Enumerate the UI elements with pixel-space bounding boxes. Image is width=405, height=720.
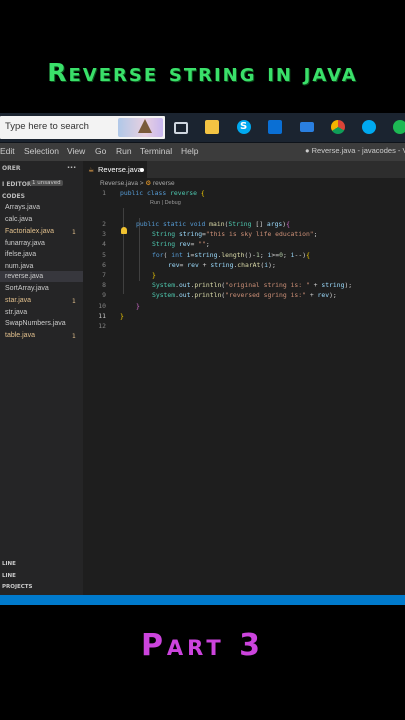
code-line: rev= rev + string.charAt(i); bbox=[168, 261, 276, 269]
file-item-selected[interactable]: reverse.java bbox=[5, 273, 43, 280]
code-line: public class reverse { bbox=[120, 189, 205, 197]
taskbar-search-box[interactable]: Type here to search bbox=[0, 116, 165, 139]
search-highlight-image bbox=[118, 118, 163, 137]
explorer-more-icon[interactable]: ··· bbox=[67, 163, 76, 172]
menu-edit[interactable]: Edit bbox=[0, 146, 15, 156]
outline-section[interactable]: LINE bbox=[2, 561, 16, 567]
menu-terminal[interactable]: Terminal bbox=[140, 146, 172, 156]
status-bar bbox=[0, 595, 405, 605]
breadcrumb-separator: > bbox=[139, 180, 144, 187]
unsaved-badge: 1 unsaved bbox=[30, 180, 63, 186]
line-number: 12 bbox=[98, 322, 106, 330]
file-item[interactable]: num.java bbox=[5, 263, 33, 270]
problem-count: 1 bbox=[72, 298, 76, 305]
bottom-title: Part 3 bbox=[140, 628, 265, 663]
class-symbol-icon: ⚙ bbox=[145, 180, 152, 187]
line-number: 9 bbox=[102, 291, 106, 299]
windows-taskbar: Type here to search S bbox=[0, 113, 405, 143]
menu-selection[interactable]: Selection bbox=[24, 146, 59, 156]
explorer-label: ORER bbox=[2, 165, 21, 172]
unsaved-dot-icon[interactable] bbox=[140, 168, 144, 172]
top-title: Reverse string in java bbox=[47, 58, 358, 87]
menu-run[interactable]: Run bbox=[116, 146, 132, 156]
code-line: public static void main(String [] args){ bbox=[136, 220, 290, 228]
projects-section[interactable]: PROJECTS bbox=[2, 584, 33, 590]
code-line: } bbox=[120, 312, 124, 320]
line-number: 3 bbox=[102, 230, 106, 238]
line-number: 11 bbox=[98, 312, 106, 320]
line-number: 6 bbox=[102, 261, 106, 269]
java-file-icon: ☕ bbox=[88, 166, 95, 174]
breadcrumb[interactable]: Reverse.java > ⚙ reverse bbox=[100, 179, 175, 187]
file-item[interactable]: star.java bbox=[5, 297, 31, 304]
file-item[interactable]: table.java bbox=[5, 332, 35, 339]
store-icon[interactable] bbox=[268, 120, 282, 134]
file-item[interactable]: funarray.java bbox=[5, 240, 45, 247]
line-number: 8 bbox=[102, 281, 106, 289]
file-explorer-icon[interactable] bbox=[205, 120, 219, 134]
skype-letter: S bbox=[240, 121, 248, 132]
explorer-sidebar: ORER ··· I EDITORS 1 unsaved CODES Array… bbox=[0, 161, 83, 595]
code-line: } bbox=[152, 271, 156, 279]
code-line: } bbox=[136, 302, 140, 310]
menu-help[interactable]: Help bbox=[181, 146, 198, 156]
breadcrumb-file[interactable]: Reverse.java bbox=[100, 180, 138, 187]
file-item[interactable]: SwapNumbers.java bbox=[5, 320, 66, 327]
code-line: System.out.println("reversed sgring is:"… bbox=[152, 291, 337, 299]
indent-guide bbox=[123, 208, 124, 294]
run-debug-codelens[interactable]: Run | Debug bbox=[150, 200, 181, 206]
mail-icon[interactable] bbox=[300, 122, 314, 132]
skype-2-icon[interactable] bbox=[362, 120, 376, 134]
window-title: ● Reverse.java - javacodes - V bbox=[305, 146, 405, 155]
line-number: 4 bbox=[102, 240, 106, 248]
line-number: 5 bbox=[102, 251, 106, 259]
timeline-section[interactable]: LINE bbox=[2, 573, 16, 579]
problem-count: 1 bbox=[72, 229, 76, 236]
menu-go[interactable]: Go bbox=[95, 146, 106, 156]
search-placeholder: Type here to search bbox=[5, 121, 89, 132]
line-number: 7 bbox=[102, 271, 106, 279]
line-number: 1 bbox=[102, 189, 106, 197]
code-line: System.out.println("original string is: … bbox=[152, 281, 353, 289]
menu-view[interactable]: View bbox=[67, 146, 85, 156]
folder-label[interactable]: CODES bbox=[2, 193, 25, 200]
lightbulb-icon[interactable] bbox=[121, 227, 127, 234]
breadcrumb-class[interactable]: reverse bbox=[153, 180, 175, 187]
file-item[interactable]: str.java bbox=[5, 309, 27, 316]
code-line: String rev= ""; bbox=[152, 240, 210, 248]
chrome-icon[interactable] bbox=[331, 120, 345, 134]
line-number: 10 bbox=[98, 302, 106, 310]
skype-icon[interactable]: S bbox=[237, 120, 251, 134]
menu-bar: Edit Selection View Go Run Terminal Help… bbox=[0, 143, 405, 161]
code-line: for( int i=string.length()-1; i>=0; i--)… bbox=[152, 251, 310, 259]
spotify-icon[interactable] bbox=[393, 120, 405, 134]
file-item[interactable]: ifelse.java bbox=[5, 251, 36, 258]
file-item[interactable]: calc.java bbox=[5, 216, 32, 223]
tab-reverse-java[interactable]: ☕ Reverse.java bbox=[83, 161, 147, 178]
editor-tab-bar: ☕ Reverse.java bbox=[83, 161, 405, 178]
file-item[interactable]: SortArray.java bbox=[5, 285, 49, 292]
problem-count: 1 bbox=[72, 333, 76, 340]
file-item[interactable]: Factorialex.java bbox=[5, 228, 54, 235]
screen-recording: Type here to search S Edit Selection Vie… bbox=[0, 113, 405, 605]
code-line: String string="this is sky life educatio… bbox=[152, 230, 318, 238]
code-editor[interactable]: ☕ Reverse.java Reverse.java > ⚙ reverse … bbox=[83, 161, 405, 595]
tab-label: Reverse.java bbox=[98, 165, 142, 174]
line-number: 2 bbox=[102, 220, 106, 228]
file-item[interactable]: Arrays.java bbox=[5, 204, 40, 211]
task-view-icon[interactable] bbox=[174, 122, 188, 134]
